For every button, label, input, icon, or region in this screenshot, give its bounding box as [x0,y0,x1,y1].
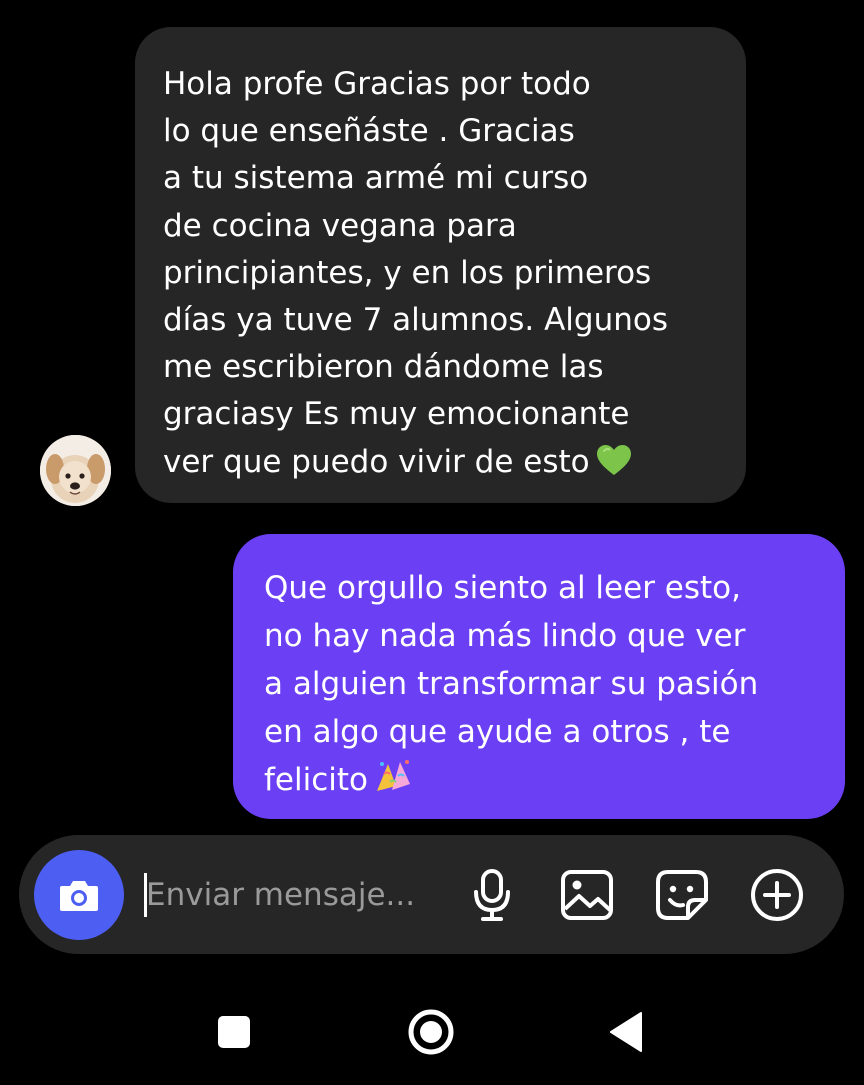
home-circle-icon [408,1009,454,1055]
message-composer [19,835,844,954]
confetti-icon [374,756,414,808]
incoming-message-line: graciasy Es muy emocionante [163,396,630,433]
back-button[interactable] [596,1002,656,1062]
camera-button[interactable] [34,850,124,940]
outgoing-message-bubble[interactable]: Que orgullo siento al leer esto, no hay … [233,534,845,819]
camera-icon [60,881,98,911]
outgoing-message-line: Que orgullo siento al leer esto, [264,570,741,606]
incoming-message-line: a tu sistema armé mi curso [163,160,589,197]
incoming-message-line: Hola profe Gracias por todo [163,66,591,102]
outgoing-message-line: a alguien transformar su pasión [264,666,759,702]
sticker-button[interactable] [652,865,712,925]
gallery-button[interactable] [557,865,617,925]
recents-button[interactable] [204,1002,264,1062]
sticker-icon [656,870,708,920]
incoming-message-line: días ya tuve 7 alumnos. Algunos [163,302,668,339]
incoming-message-line: de cocina vegana para [163,207,517,244]
contact-avatar[interactable] [40,435,111,506]
incoming-message-bubble[interactable]: Hola profe Gracias por todo lo que enseñ… [135,27,746,503]
outgoing-message-last-line: felicito [264,756,825,808]
incoming-message-line: lo que enseñáste . Gracias [163,113,575,150]
recents-square-icon [218,1016,250,1048]
back-triangle-icon [610,1012,642,1052]
outgoing-message-line: no hay nada más lindo que ver [264,618,746,654]
conversation-thread: Hola profe Gracias por todo lo que enseñ… [0,0,864,830]
image-icon [561,870,613,920]
system-navigation-bar [0,980,864,1080]
plus-circle-icon [751,869,803,921]
puppy-avatar-icon [40,435,111,506]
outgoing-message-line: en algo que ayude a otros , te [264,714,731,750]
incoming-message-last-line: ver que puedo vivir de esto [163,439,726,490]
incoming-message-line: principiantes, y en los primeros [163,254,652,291]
incoming-message-line: me escribieron dándome las [163,349,604,386]
microphone-button[interactable] [462,865,522,925]
outgoing-message-line: felicito [264,762,368,798]
green-heart-icon [596,443,632,490]
microphone-icon [474,869,510,921]
incoming-message-line: ver que puedo vivir de esto [163,443,590,480]
home-button[interactable] [401,1002,461,1062]
message-input[interactable] [146,869,456,921]
more-options-button[interactable] [747,865,807,925]
